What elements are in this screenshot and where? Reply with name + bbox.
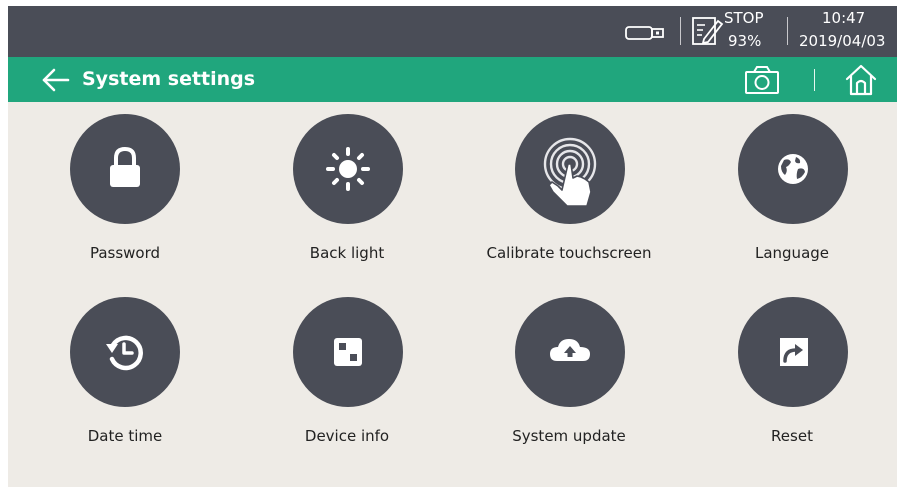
clock-time: 10:47 (822, 9, 866, 27)
tile-date-time[interactable]: Date time (14, 297, 236, 457)
status-separator (680, 17, 681, 45)
status-bar: STOP 93% 10:47 2019/04/03 (8, 6, 897, 57)
lock-icon (110, 146, 140, 187)
brightness-icon (326, 147, 370, 191)
tile-language[interactable]: Language (681, 114, 897, 274)
tile-label: Reset (771, 427, 813, 445)
tile-icon-circle (738, 297, 848, 407)
reset-arrow-icon (780, 338, 808, 366)
clock-date: 2019/04/03 (799, 32, 886, 50)
edit-note-icon (692, 17, 724, 45)
tile-icon-circle (293, 114, 403, 224)
tile-label: System update (512, 427, 626, 445)
tile-icon-circle (738, 114, 848, 224)
cloud-upload-icon (550, 339, 590, 361)
home-icon (845, 64, 877, 96)
device-screen: STOP 93% 10:47 2019/04/03 System setting… (8, 6, 897, 487)
tile-password[interactable]: Password (14, 114, 236, 274)
page-title: System settings (82, 68, 256, 90)
tile-label: Language (754, 244, 830, 262)
back-button[interactable] (40, 65, 70, 95)
usb-drive-icon (625, 26, 664, 40)
tile-label: Back light (309, 244, 385, 262)
globe-icon (778, 154, 808, 184)
machine-status: STOP (724, 9, 764, 27)
app-header: System settings (8, 57, 897, 102)
tile-icon-circle (70, 297, 180, 407)
tile-label: Calibrate touchscreen (486, 244, 652, 262)
home-button[interactable] (844, 63, 878, 97)
battery-percent: 93% (728, 32, 762, 50)
tile-calibrate-touchscreen[interactable]: Calibrate touchscreen (458, 114, 680, 274)
tile-system-update[interactable]: System update (458, 297, 680, 457)
camera-icon (745, 66, 779, 94)
tile-label: Device info (304, 427, 390, 445)
status-separator (787, 17, 788, 45)
screenshot-button[interactable] (744, 65, 780, 95)
tile-icon-circle (515, 114, 625, 224)
tile-icon-circle (293, 297, 403, 407)
arrow-left-icon (42, 68, 70, 92)
device-info-icon (334, 338, 362, 366)
tile-reset[interactable]: Reset (681, 297, 897, 457)
tile-label: Date time (87, 427, 163, 445)
header-separator (814, 69, 815, 91)
tile-icon-circle (70, 114, 180, 224)
tile-device-info[interactable]: Device info (236, 297, 458, 457)
tile-back-light[interactable]: Back light (236, 114, 458, 274)
clock-history-icon (106, 335, 143, 371)
touch-icon (543, 137, 597, 207)
tile-label: Password (89, 244, 161, 262)
tile-icon-circle (515, 297, 625, 407)
